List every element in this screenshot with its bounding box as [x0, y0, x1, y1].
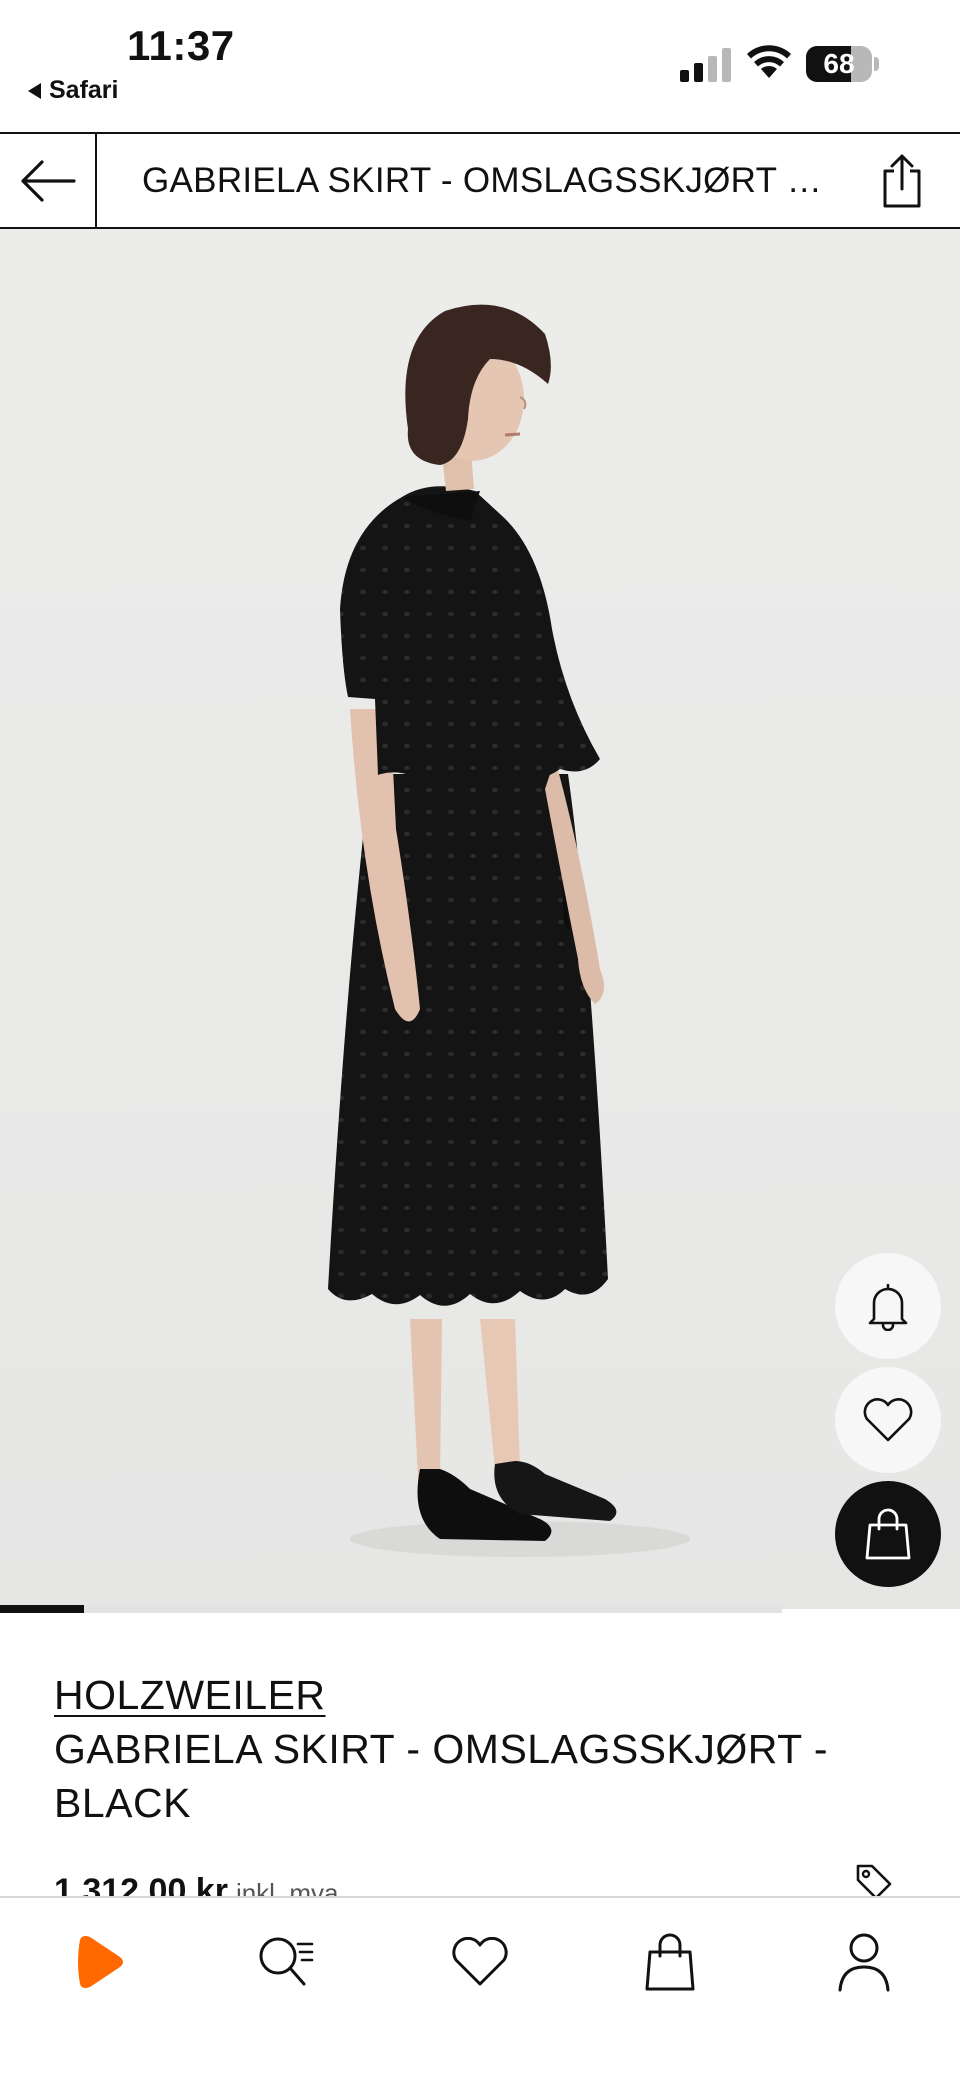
share-button[interactable]: [872, 151, 932, 211]
cellular-signal-icon: [680, 48, 731, 82]
nav-home[interactable]: [56, 1922, 136, 2002]
bell-icon: [868, 1283, 908, 1331]
share-icon: [883, 154, 921, 208]
nav-search[interactable]: [246, 1922, 326, 2002]
nav-bag[interactable]: [630, 1922, 710, 2002]
header-title: GABRIELA SKIRT - OMSLAGSSKJØRT - BLACK: [142, 161, 822, 200]
price: 1 312,00 kr: [54, 1872, 228, 1896]
product-header: GABRIELA SKIRT - OMSLAGSSKJØRT - BLACK: [0, 132, 960, 229]
vat-note: inkl. mva.: [235, 1878, 346, 1896]
product-image[interactable]: [0, 229, 960, 1609]
price-tag-icon[interactable]: [854, 1862, 894, 1896]
model-photo: [328, 304, 690, 1557]
status-bar: 11:37 Safari 68: [0, 0, 960, 132]
profile-icon: [838, 1933, 890, 1992]
shopping-bag-icon: [865, 1508, 911, 1560]
battery-percent: 68: [823, 48, 855, 79]
back-to-safari[interactable]: Safari: [28, 76, 118, 105]
back-button[interactable]: [0, 134, 97, 227]
heart-icon: [863, 1398, 913, 1442]
price-row: 1 312,00 kr inkl. mva.: [54, 1872, 554, 1896]
nav-profile[interactable]: [824, 1922, 904, 2002]
wifi-icon: [747, 45, 791, 78]
add-to-bag-button[interactable]: [835, 1481, 941, 1587]
tag-icon: [856, 1864, 892, 1896]
back-triangle-icon: [28, 82, 41, 99]
brand-link[interactable]: HOLZWEILER: [54, 1672, 326, 1719]
battery-icon: 68: [806, 46, 872, 82]
status-time: 11:37: [127, 22, 235, 69]
arrow-left-icon: [20, 159, 76, 202]
wishlist-button[interactable]: [835, 1367, 941, 1473]
gallery-progress-fill: [0, 1605, 84, 1613]
heart-icon: [452, 1937, 508, 1986]
zalando-logo-icon: [78, 1936, 123, 1988]
gallery-progress: [0, 1605, 782, 1613]
nav-wishlist[interactable]: [440, 1922, 520, 2002]
search-icon: [259, 1937, 314, 1986]
bottom-navigation: [0, 1896, 960, 2081]
bag-icon: [645, 1933, 695, 1991]
battery-nub: [874, 57, 879, 71]
back-app-label: Safari: [49, 76, 119, 104]
notify-button[interactable]: [835, 1253, 941, 1359]
product-name: GABRIELA SKIRT - OMSLAGSSKJØRT - BLACK: [54, 1726, 828, 1826]
